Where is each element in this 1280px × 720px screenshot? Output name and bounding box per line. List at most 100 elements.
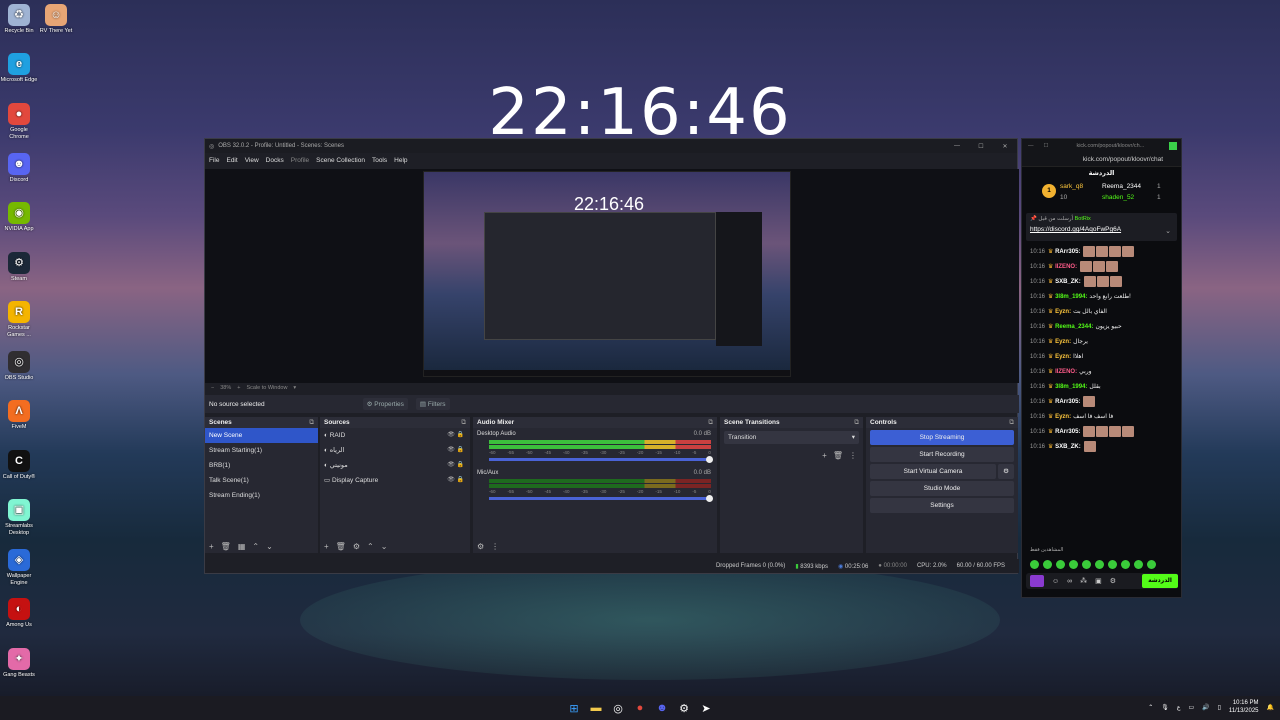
infinity-icon[interactable]: ∞ bbox=[1067, 578, 1072, 585]
visibility-icon[interactable]: 👁 bbox=[447, 477, 456, 483]
volume-icon[interactable]: 🔊 bbox=[1202, 704, 1209, 711]
lock-icon[interactable]: 🔒 bbox=[457, 462, 464, 468]
studio-mode-button[interactable]: Studio Mode bbox=[870, 481, 1014, 496]
message-username[interactable]: Eyzn: bbox=[1055, 414, 1071, 420]
menu-docks[interactable]: Docks bbox=[266, 157, 284, 164]
leader-name[interactable]: sark_q8 bbox=[1060, 183, 1083, 190]
message-username[interactable]: SXB_ZK: bbox=[1055, 279, 1081, 285]
scene-item[interactable]: BRB(1) bbox=[205, 458, 318, 473]
chevron-down-icon[interactable]: ⌄ bbox=[1165, 227, 1171, 235]
menu-view[interactable]: View bbox=[245, 157, 259, 164]
visibility-icon[interactable]: 👁 bbox=[447, 447, 456, 453]
source-properties-icon[interactable]: ⚙ bbox=[353, 542, 360, 551]
battery-icon[interactable]: ▯ bbox=[1218, 704, 1221, 711]
dock-menu-icon[interactable]: ⧉ bbox=[708, 417, 713, 428]
scale-mode[interactable]: Scale to Window bbox=[246, 385, 287, 391]
source-item[interactable]: ◐ الرياه 👁 🔒 bbox=[320, 443, 470, 458]
close-button[interactable]: ✕ bbox=[993, 143, 1017, 150]
visibility-icon[interactable]: 👁 bbox=[447, 462, 456, 468]
emote-icon[interactable] bbox=[1121, 560, 1130, 569]
mixer-menu-icon[interactable]: ⋮ bbox=[491, 542, 499, 551]
advanced-audio-icon[interactable]: ⚙ bbox=[477, 542, 484, 551]
settings-icon[interactable]: ⚙ bbox=[1110, 577, 1116, 585]
start-virtual-camera-button[interactable]: Start Virtual Camera bbox=[870, 464, 996, 479]
emote-icon[interactable] bbox=[1147, 560, 1156, 569]
gift-icon[interactable]: ▣ bbox=[1095, 577, 1102, 585]
message-username[interactable]: RArr305: bbox=[1055, 399, 1080, 405]
message-username[interactable]: IIZENO: bbox=[1055, 369, 1077, 375]
desktop-icon-gang-beasts[interactable]: ✦ Gang Beasts bbox=[0, 648, 38, 679]
dock-menu-icon[interactable]: ⧉ bbox=[1009, 417, 1014, 428]
move-down-icon[interactable]: ⌄ bbox=[381, 542, 388, 551]
minimize-button[interactable]: — bbox=[945, 143, 969, 150]
message-username[interactable]: RArr305: bbox=[1055, 249, 1080, 255]
desktop-icon-cod[interactable]: C Call of Duty® bbox=[0, 450, 38, 481]
message-username[interactable]: Eyzn: bbox=[1055, 339, 1071, 345]
start-recording-button[interactable]: Start Recording bbox=[870, 447, 1014, 462]
transition-menu-icon[interactable]: ⋮ bbox=[849, 451, 857, 460]
emote-icon[interactable] bbox=[1043, 560, 1052, 569]
obs-icon[interactable]: ◎ bbox=[610, 700, 626, 716]
source-item[interactable]: ◐ RAID 👁 🔒 bbox=[320, 428, 470, 443]
visibility-icon[interactable]: 👁 bbox=[447, 432, 456, 438]
source-item[interactable]: ▭ Display Capture 👁 🔒 bbox=[320, 473, 470, 488]
message-username[interactable]: 3l8m_1994: bbox=[1055, 384, 1087, 390]
remove-transition-icon[interactable]: 🗑 bbox=[833, 451, 843, 460]
move-up-icon[interactable]: ⌃ bbox=[367, 542, 374, 551]
desktop-icon-obs[interactable]: ◎ OBS Studio bbox=[0, 351, 38, 382]
scene-item[interactable]: Talk Scene(1) bbox=[205, 473, 318, 488]
chat-input[interactable]: ☺ ∞ ⁂ ▣ ⚙ الدردشة bbox=[1026, 573, 1178, 589]
move-up-icon[interactable]: ⌃ bbox=[252, 542, 259, 551]
emote-icon[interactable] bbox=[1095, 560, 1104, 569]
dock-menu-icon[interactable]: ⧉ bbox=[854, 417, 859, 428]
lock-icon[interactable]: 🔒 bbox=[457, 447, 464, 453]
menu-help[interactable]: Help bbox=[394, 157, 407, 164]
message-username[interactable]: SXB_ZK: bbox=[1055, 444, 1081, 450]
message-username[interactable]: 3l8m_1994: bbox=[1055, 294, 1087, 300]
scene-item[interactable]: Stream Ending(1) bbox=[205, 488, 318, 503]
menu-profile[interactable]: Profile bbox=[291, 157, 309, 164]
apps-icon[interactable]: ⁂ bbox=[1080, 577, 1087, 585]
menu-tools[interactable]: Tools bbox=[372, 157, 387, 164]
menu-edit[interactable]: Edit bbox=[226, 157, 237, 164]
steam-icon[interactable]: ⚙ bbox=[676, 700, 692, 716]
desktop-icon-recycle-bin[interactable]: ♻ Recycle Bin bbox=[0, 4, 38, 35]
lock-icon[interactable]: 🔒 bbox=[457, 432, 464, 438]
maximize-button[interactable]: ☐ bbox=[969, 143, 993, 150]
dock-menu-icon[interactable]: ⧉ bbox=[309, 417, 314, 428]
scene-item[interactable]: New Scene bbox=[205, 428, 318, 443]
lock-icon[interactable]: 🔒 bbox=[457, 477, 464, 483]
emote-icon[interactable] bbox=[1134, 560, 1143, 569]
zoom-out-button[interactable]: − bbox=[211, 385, 214, 391]
notification-icon[interactable]: 🔔 bbox=[1267, 704, 1274, 711]
desktop-icon-nvidia[interactable]: ◉ NVIDIA App bbox=[0, 202, 38, 233]
source-item[interactable]: ◐ مونيتي 👁 🔒 bbox=[320, 458, 470, 473]
preview-canvas[interactable]: 22:16:46 bbox=[423, 171, 791, 377]
message-username[interactable]: IIZENO: bbox=[1055, 264, 1077, 270]
leader-name[interactable]: Reema_2344 bbox=[1102, 183, 1141, 190]
file-explorer-icon[interactable]: ▬ bbox=[588, 700, 604, 716]
discord-icon[interactable]: ☻ bbox=[654, 700, 670, 716]
message-username[interactable]: Eyzn: bbox=[1055, 309, 1071, 315]
emote-icon[interactable] bbox=[1056, 560, 1065, 569]
move-down-icon[interactable]: ⌄ bbox=[266, 542, 273, 551]
emote-icon[interactable] bbox=[1069, 560, 1078, 569]
desktop-icon-steam[interactable]: ⚙ Steam bbox=[0, 252, 38, 283]
remove-scene-icon[interactable]: 🗑 bbox=[221, 542, 231, 551]
emoji-icon[interactable]: ☺ bbox=[1052, 578, 1059, 585]
pinned-user[interactable]: BotRix bbox=[1075, 216, 1091, 222]
menu-file[interactable]: File bbox=[209, 157, 219, 164]
desktop-icon-edge[interactable]: e Microsoft Edge bbox=[0, 53, 38, 84]
zoom-in-button[interactable]: + bbox=[237, 385, 240, 391]
chevron-up-icon[interactable]: ⌃ bbox=[1148, 704, 1153, 711]
mic-icon[interactable]: 🎙 bbox=[1161, 704, 1169, 711]
desktop-icon-rv[interactable]: ☺ RV There Yet bbox=[37, 4, 75, 35]
emote-icon[interactable] bbox=[1030, 560, 1039, 569]
properties-button[interactable]: ⚙ Properties bbox=[362, 398, 408, 410]
transition-select[interactable]: Transition ▾ bbox=[724, 431, 859, 444]
message-username[interactable]: Reema_2344: bbox=[1055, 324, 1093, 330]
desktop-icon-chrome[interactable]: ● Google Chrome bbox=[0, 103, 38, 140]
virtual-camera-settings-icon[interactable]: ⚙ bbox=[998, 464, 1014, 479]
desktop-icon-wallpaper-engine[interactable]: ◈ Wallpaper Engine bbox=[0, 549, 38, 586]
volume-slider[interactable] bbox=[489, 495, 713, 502]
